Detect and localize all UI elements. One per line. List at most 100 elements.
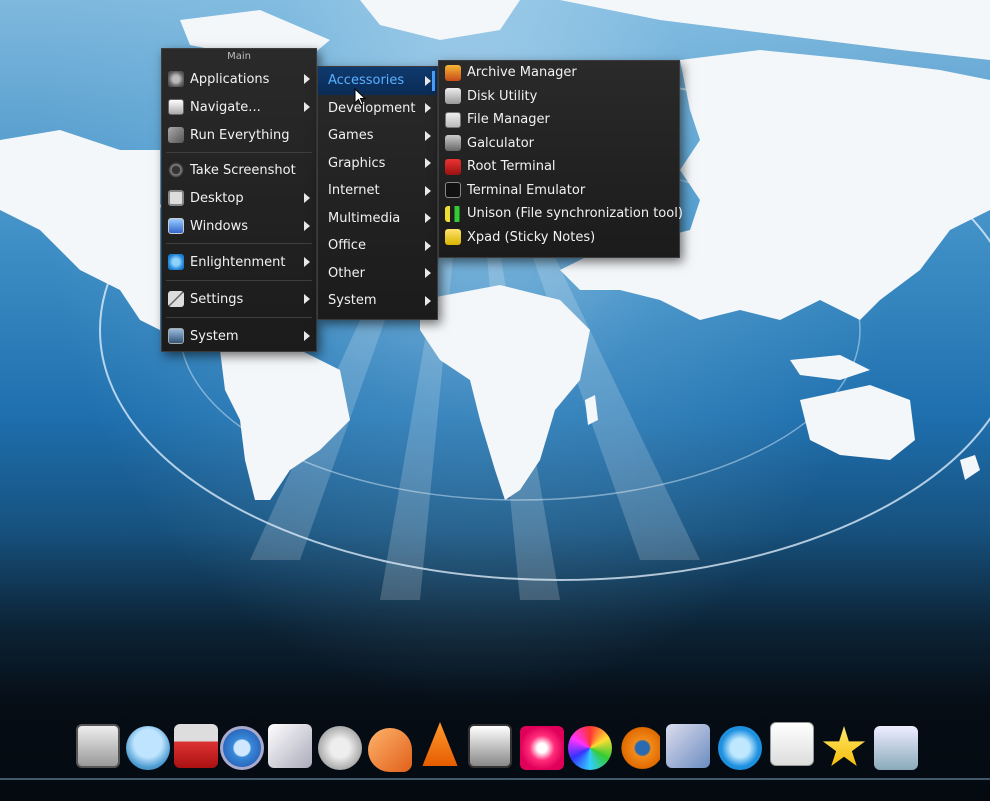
blender-icon[interactable] (616, 726, 660, 770)
root-terminal-icon (445, 158, 461, 175)
menu-item-file-manager[interactable]: File Manager (439, 108, 679, 132)
mail-icon[interactable] (666, 724, 710, 768)
menu-item-label: Terminal Emulator (467, 182, 586, 198)
menu-item-system[interactable]: System (162, 321, 316, 351)
menu-item-label: Xpad (Sticky Notes) (467, 229, 596, 245)
applications-submenu: Accessories Development Games Graphics I… (317, 66, 438, 320)
menu-item-unison[interactable]: Unison (File synchronization tool) (439, 202, 683, 226)
text-editor-icon[interactable] (368, 728, 412, 772)
menu-item-label: System (190, 328, 239, 344)
menu-item-accessories[interactable]: Accessories (318, 67, 437, 95)
menu-item-label: Applications (190, 71, 270, 87)
menu-item-other[interactable]: Other (318, 260, 437, 288)
network-icon[interactable] (174, 724, 218, 768)
downloads-icon[interactable] (874, 726, 918, 770)
menu-item-development[interactable]: Development (318, 95, 437, 123)
menu-item-label: Graphics (328, 155, 386, 171)
submenu-arrow-icon (425, 75, 431, 86)
submenu-arrow-icon (304, 257, 310, 267)
image-viewer-icon[interactable] (268, 724, 312, 768)
submenu-arrow-icon (425, 158, 431, 169)
skype-icon[interactable] (718, 726, 762, 770)
menu-item-label: Multimedia (328, 210, 401, 226)
menu-item-label: Archive Manager (467, 65, 577, 81)
menu-item-label: Desktop (190, 190, 244, 206)
menu-item-take-screenshot[interactable]: Take Screenshot (162, 156, 316, 184)
menu-item-label: Navigate... (190, 99, 261, 115)
chat-icon[interactable] (126, 726, 170, 770)
vlc-icon[interactable] (422, 722, 458, 766)
calculator-icon (445, 135, 461, 152)
chromium-icon[interactable] (220, 726, 264, 770)
menu-item-label: System (328, 293, 377, 309)
menu-item-archive-manager[interactable]: Archive Manager (439, 61, 679, 85)
submenu-arrow-icon (304, 102, 310, 112)
menu-item-label: File Manager (467, 112, 550, 128)
menu-item-label: Accessories (328, 73, 405, 89)
menu-item-office[interactable]: Office (318, 232, 437, 260)
menu-item-settings[interactable]: Settings (162, 284, 316, 314)
disk-utility-icon (445, 88, 461, 105)
menu-item-label: Games (328, 128, 374, 144)
menu-item-label: Development (328, 100, 416, 116)
menu-item-root-terminal[interactable]: Root Terminal (439, 155, 679, 179)
menu-item-desktop[interactable]: Desktop (162, 184, 316, 212)
document-icon[interactable] (770, 722, 814, 766)
menu-item-label: Windows (190, 218, 249, 234)
menu-item-galculator[interactable]: Galculator (439, 132, 679, 156)
submenu-arrow-icon (425, 103, 431, 114)
menu-item-system-category[interactable]: System (318, 287, 437, 315)
menu-item-label: Other (328, 265, 365, 281)
menu-item-games[interactable]: Games (318, 122, 437, 150)
navigate-icon (168, 99, 184, 115)
xpad-icon (445, 229, 461, 246)
menu-item-label: Internet (328, 183, 380, 199)
desktop-icon (168, 190, 184, 206)
menu-item-multimedia[interactable]: Multimedia (318, 205, 437, 233)
color-wheel-icon[interactable] (568, 726, 612, 770)
file-manager-icon (445, 111, 461, 128)
submenu-arrow-icon (304, 331, 310, 341)
unison-icon (445, 205, 461, 222)
menu-item-label: Take Screenshot (190, 162, 296, 178)
menu-item-run-everything[interactable]: Run Everything (162, 121, 316, 149)
menu-item-enlightenment[interactable]: Enlightenment (162, 247, 316, 277)
terminal-icon (445, 182, 461, 199)
mouse-cursor-icon (354, 88, 366, 106)
menu-item-xpad[interactable]: Xpad (Sticky Notes) (439, 226, 679, 250)
menu-item-navigate[interactable]: Navigate... (162, 93, 316, 121)
menu-item-label: Disk Utility (467, 88, 538, 104)
submenu-arrow-icon (304, 294, 310, 304)
main-menu: Main Applications Navigate... Run Everyt… (161, 48, 317, 352)
menu-item-label: Enlightenment (190, 254, 286, 270)
submenu-arrow-icon (425, 185, 431, 196)
menu-item-label: Settings (190, 291, 244, 307)
main-menu-title: Main (227, 51, 251, 62)
dock (70, 722, 930, 776)
submenu-arrow-icon (304, 221, 310, 231)
submenu-arrow-icon (425, 295, 431, 306)
menu-item-applications[interactable]: Applications (162, 65, 316, 93)
menu-item-graphics[interactable]: Graphics (318, 150, 437, 178)
computer-icon[interactable] (76, 724, 120, 768)
submenu-arrow-icon (304, 74, 310, 84)
submenu-arrow-icon (425, 240, 431, 251)
screenshot-icon[interactable] (468, 724, 512, 768)
menu-item-label: Galculator (467, 135, 535, 151)
menu-item-internet[interactable]: Internet (318, 177, 437, 205)
menu-separator (166, 243, 312, 244)
menu-item-windows[interactable]: Windows (162, 212, 316, 240)
submenu-arrow-icon (425, 268, 431, 279)
menu-separator (166, 152, 312, 153)
menu-item-label: Run Everything (190, 127, 290, 143)
flower-app-icon[interactable] (520, 726, 564, 770)
star-icon[interactable] (822, 726, 866, 767)
windows-icon (168, 218, 184, 234)
menu-item-label: Office (328, 238, 366, 254)
menu-item-disk-utility[interactable]: Disk Utility (439, 85, 679, 109)
music-player-icon[interactable] (318, 726, 362, 770)
enlightenment-icon (168, 254, 184, 270)
submenu-arrow-icon (425, 213, 431, 224)
system-monitor-icon (168, 328, 184, 344)
menu-item-terminal-emulator[interactable]: Terminal Emulator (439, 179, 679, 203)
